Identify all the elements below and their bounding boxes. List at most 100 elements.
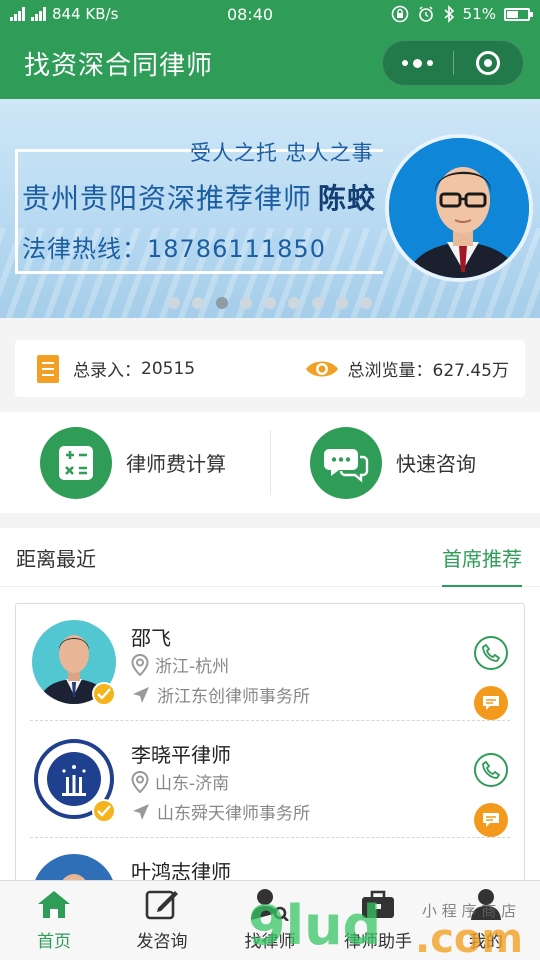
tabbar-assistant[interactable]: 律师助手 bbox=[324, 881, 432, 960]
quick-actions: 律师费计算 快速咨询 bbox=[0, 412, 540, 513]
carousel-indicator bbox=[168, 297, 372, 309]
tabbar-home[interactable]: 首页 bbox=[0, 881, 108, 960]
location-pin-icon bbox=[131, 653, 149, 676]
phone-icon bbox=[482, 760, 501, 779]
banner-hotline: 法律热线：18786111850 bbox=[22, 235, 326, 263]
miniprogram-capsule bbox=[382, 40, 524, 86]
eye-icon bbox=[305, 361, 338, 376]
lawyer-region-text: 山东-济南 bbox=[155, 774, 230, 794]
carousel-dot[interactable] bbox=[168, 297, 180, 309]
lawyer-list: 邵飞 浙江-杭州 浙江东创律师事务所 李晓平律师 山东-济南 山东舜天律师事务所… bbox=[15, 603, 525, 938]
battery-percent: 51% bbox=[462, 5, 496, 23]
briefcase-icon bbox=[360, 885, 396, 923]
banner-lawyer-photo bbox=[385, 134, 533, 282]
lawyer-region: 浙江-杭州 bbox=[131, 652, 229, 677]
bluetooth-icon bbox=[444, 5, 454, 23]
lawyer-tabs: 距离最近 首席推荐 bbox=[0, 528, 540, 588]
message-icon bbox=[483, 696, 499, 710]
carousel-dot[interactable] bbox=[360, 297, 372, 309]
lock-rotation-icon bbox=[391, 5, 408, 23]
battery-level bbox=[507, 10, 519, 18]
calculator-icon bbox=[40, 426, 112, 499]
banner-slogan: 受人之托 忠人之事 bbox=[190, 141, 374, 165]
navigation-arrow-icon bbox=[133, 803, 149, 820]
carousel-dot[interactable] bbox=[336, 297, 348, 309]
lawyer-firm: 浙江东创律师事务所 bbox=[131, 682, 310, 707]
target-icon bbox=[476, 51, 501, 75]
message-icon bbox=[483, 813, 499, 827]
lawyer-region-text: 浙江-杭州 bbox=[155, 657, 230, 677]
dot-icon bbox=[427, 60, 434, 66]
lawyer-card[interactable]: 李晓平律师 山东-济南 山东舜天律师事务所 bbox=[16, 721, 524, 838]
carousel-dot[interactable] bbox=[216, 297, 228, 309]
home-icon bbox=[37, 885, 71, 923]
tabbar-consult-label: 发咨询 bbox=[136, 932, 188, 952]
dot-icon bbox=[402, 60, 409, 66]
tab-nearest[interactable]: 距离最近 bbox=[16, 528, 96, 587]
dot-icon bbox=[413, 58, 423, 68]
banner-headline-prefix: 贵州贵阳资深推荐律师 bbox=[22, 182, 313, 215]
document-icon bbox=[37, 354, 59, 383]
tab-recommended[interactable]: 首席推荐 bbox=[442, 528, 522, 588]
message-button[interactable] bbox=[474, 803, 508, 837]
bottom-tab-bar: 首页 发咨询 找律师 律师助手 我的 bbox=[0, 880, 540, 960]
tabbar-mine-label: 我的 bbox=[469, 932, 503, 952]
search-user-icon bbox=[250, 885, 290, 923]
lawyer-list-area: 邵飞 浙江-杭州 浙江东创律师事务所 李晓平律师 山东-济南 山东舜天律师事务所… bbox=[0, 587, 540, 938]
page-title: 找资深合同律师 bbox=[24, 51, 214, 81]
more-menu-button[interactable] bbox=[383, 58, 453, 68]
entries-label: 总录入： bbox=[73, 361, 141, 381]
tabbar-mine[interactable]: 我的 bbox=[432, 881, 540, 960]
fee-calculator-button[interactable]: 律师费计算 bbox=[0, 412, 270, 513]
verified-badge-icon bbox=[92, 799, 116, 823]
message-button[interactable] bbox=[474, 686, 508, 720]
quick-consult-button[interactable]: 快速咨询 bbox=[270, 412, 540, 513]
carousel-dot[interactable] bbox=[240, 297, 252, 309]
status-right: 51% bbox=[330, 5, 533, 23]
tabbar-assistant-label: 律师助手 bbox=[344, 932, 412, 952]
entries-value: 20515 bbox=[141, 358, 196, 379]
tabbar-home-label: 首页 bbox=[37, 932, 71, 952]
stats-card: 总录入： 20515 总浏览量： 627.45万 bbox=[15, 340, 525, 397]
status-bar: 844 KB/s 08:40 51% bbox=[0, 0, 540, 28]
lawyer-firm: 山东舜天律师事务所 bbox=[131, 799, 310, 824]
lawyer-firm-text: 山东舜天律师事务所 bbox=[157, 804, 310, 824]
lawyer-name: 邵飞 bbox=[131, 626, 171, 650]
alarm-icon bbox=[418, 6, 433, 22]
banner-headline: 贵州贵阳资深推荐律师 陈蛟 bbox=[22, 177, 376, 217]
network-speed: 844 KB/s bbox=[52, 5, 119, 23]
battery-icon bbox=[504, 7, 533, 21]
signal-icon bbox=[10, 7, 25, 21]
lawyer-card[interactable]: 邵飞 浙江-杭州 浙江东创律师事务所 bbox=[16, 604, 524, 721]
call-button[interactable] bbox=[474, 753, 508, 787]
carousel-dot[interactable] bbox=[264, 297, 276, 309]
lawyer-name: 李晓平律师 bbox=[131, 743, 231, 767]
tabbar-find-lawyer-label: 找律师 bbox=[244, 932, 296, 952]
views-value: 627.45万 bbox=[432, 361, 509, 381]
verified-badge-icon bbox=[92, 682, 116, 706]
status-time: 08:40 bbox=[226, 4, 274, 24]
phone-icon bbox=[482, 643, 501, 662]
close-miniprogram-button[interactable] bbox=[454, 51, 524, 75]
banner-lawyer-name: 陈蛟 bbox=[318, 182, 377, 215]
quick-consult-label: 快速咨询 bbox=[396, 452, 476, 476]
carousel-dot[interactable] bbox=[288, 297, 300, 309]
location-pin-icon bbox=[131, 770, 149, 793]
views-stat: 总浏览量： 627.45万 bbox=[304, 356, 509, 381]
tabbar-find-lawyer[interactable]: 找律师 bbox=[216, 881, 324, 960]
lawyer-firm-text: 浙江东创律师事务所 bbox=[157, 687, 310, 707]
edit-icon bbox=[145, 885, 179, 923]
signal-2-icon bbox=[31, 7, 46, 21]
call-button[interactable] bbox=[474, 636, 508, 670]
fee-calculator-label: 律师费计算 bbox=[126, 452, 226, 476]
user-icon bbox=[470, 885, 502, 923]
promo-banner[interactable]: 受人之托 忠人之事 贵州贵阳资深推荐律师 陈蛟 法律热线：18786111850 bbox=[0, 99, 540, 318]
app-header: 找资深合同律师 bbox=[0, 28, 540, 99]
tabbar-consult[interactable]: 发咨询 bbox=[108, 881, 216, 960]
carousel-dot[interactable] bbox=[312, 297, 324, 309]
chat-bubble-icon bbox=[310, 426, 382, 499]
navigation-arrow-icon bbox=[133, 686, 149, 703]
views-label: 总浏览量： bbox=[347, 361, 433, 381]
carousel-dot[interactable] bbox=[192, 297, 204, 309]
lawyer-region: 山东-济南 bbox=[131, 769, 229, 794]
